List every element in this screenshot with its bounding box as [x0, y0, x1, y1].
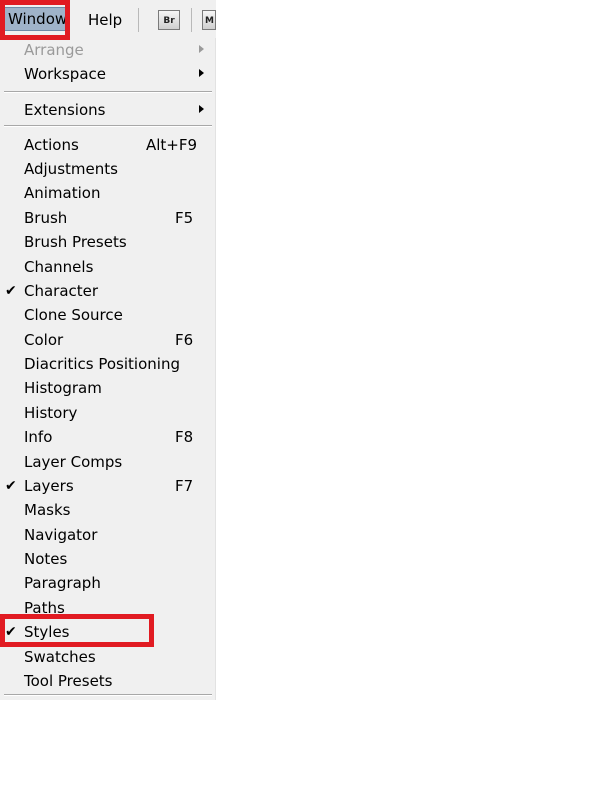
menu-item-paragraph[interactable]: Paragraph — [0, 571, 216, 595]
menubar-divider — [191, 8, 192, 32]
menu-item-layers[interactable]: ✔ Layers F7 — [0, 474, 216, 498]
menubar-divider — [138, 8, 139, 32]
menu-item-label: Info — [24, 428, 53, 446]
menu-separator — [4, 125, 212, 127]
checkmark-icon: ✔ — [5, 624, 17, 640]
menu-item-info[interactable]: Info F8 — [0, 425, 216, 449]
menu-item-paths[interactable]: Paths — [0, 596, 216, 620]
menu-item-styles[interactable]: ✔ Styles — [0, 620, 216, 644]
mini-bridge-button[interactable]: M — [202, 10, 216, 30]
menu-item-label: Notes — [24, 550, 68, 568]
menu-item-arrange[interactable]: Arrange — [0, 38, 216, 62]
menu-item-label: Adjustments — [24, 160, 118, 178]
menu-item-label: Workspace — [24, 65, 106, 83]
menu-separator — [4, 694, 212, 696]
menu-item-shortcut: F6 — [175, 331, 194, 349]
menu-item-label: Styles — [24, 623, 70, 641]
menu-item-label: Masks — [24, 501, 71, 519]
menu-item-tool-presets[interactable]: Tool Presets — [0, 669, 216, 693]
menu-item-animation[interactable]: Animation — [0, 181, 216, 205]
menu-item-brush[interactable]: Brush F5 — [0, 206, 216, 230]
menu-item-layer-comps[interactable]: Layer Comps — [0, 450, 216, 474]
menu-item-clone-source[interactable]: Clone Source — [0, 303, 216, 327]
menu-item-notes[interactable]: Notes — [0, 547, 216, 571]
menu-item-label: Diacritics Positioning — [24, 355, 180, 373]
menu-item-label: Paths — [24, 599, 65, 617]
menu-item-label: Layers — [24, 477, 74, 495]
menu-separator — [4, 91, 212, 93]
menu-item-label: Layer Comps — [24, 453, 123, 471]
bridge-button[interactable]: Br — [158, 10, 180, 30]
menu-item-label: Tool Presets — [24, 672, 113, 690]
menu-item-extensions[interactable]: Extensions — [0, 98, 216, 122]
checkmark-icon: ✔ — [5, 478, 17, 494]
menu-item-label: Paragraph — [24, 574, 101, 592]
window-dropdown-menu: Arrange Workspace Extensions Actions Alt… — [0, 38, 216, 700]
menu-item-shortcut: Alt+F9 — [146, 136, 198, 154]
menu-item-shortcut: F5 — [175, 209, 194, 227]
checkmark-icon: ✔ — [5, 283, 17, 299]
menu-item-masks[interactable]: Masks — [0, 498, 216, 522]
menu-bar: Window Help Br M — [0, 0, 216, 39]
menu-item-label: Clone Source — [24, 306, 123, 324]
menu-item-label: Arrange — [24, 41, 84, 59]
menu-item-history[interactable]: History — [0, 401, 216, 425]
menu-item-label: Character — [24, 282, 99, 300]
menu-item-character[interactable]: ✔ Character — [0, 279, 216, 303]
submenu-arrow-icon — [199, 105, 204, 113]
menu-item-shortcut: F8 — [175, 428, 194, 446]
menu-item-adjustments[interactable]: Adjustments — [0, 157, 216, 181]
submenu-arrow-icon — [199, 45, 204, 53]
menu-item-label: Actions — [24, 136, 79, 154]
help-menu[interactable]: Help — [84, 9, 126, 31]
menu-item-label: Brush — [24, 209, 68, 227]
menu-item-label: History — [24, 404, 78, 422]
menu-item-swatches[interactable]: Swatches — [0, 645, 216, 669]
menu-item-label: Animation — [24, 184, 101, 202]
menu-item-label: Channels — [24, 258, 94, 276]
menu-item-brush-presets[interactable]: Brush Presets — [0, 230, 216, 254]
menu-item-actions[interactable]: Actions Alt+F9 — [0, 133, 216, 157]
menu-item-label: Navigator — [24, 526, 98, 544]
menu-item-label: Brush Presets — [24, 233, 127, 251]
submenu-arrow-icon — [199, 69, 204, 77]
menu-item-label: Extensions — [24, 101, 106, 119]
menu-item-diacritics-positioning[interactable]: Diacritics Positioning — [0, 352, 216, 376]
menu-item-navigator[interactable]: Navigator — [0, 523, 216, 547]
menu-item-label: Swatches — [24, 648, 96, 666]
menu-item-label: Color — [24, 331, 64, 349]
menu-item-workspace[interactable]: Workspace — [0, 62, 216, 86]
window-menu[interactable]: Window — [2, 7, 67, 31]
menu-item-label: Histogram — [24, 379, 102, 397]
menu-item-shortcut: F7 — [175, 477, 194, 495]
menu-item-color[interactable]: Color F6 — [0, 328, 216, 352]
menu-item-channels[interactable]: Channels — [0, 255, 216, 279]
menu-item-histogram[interactable]: Histogram — [0, 376, 216, 400]
